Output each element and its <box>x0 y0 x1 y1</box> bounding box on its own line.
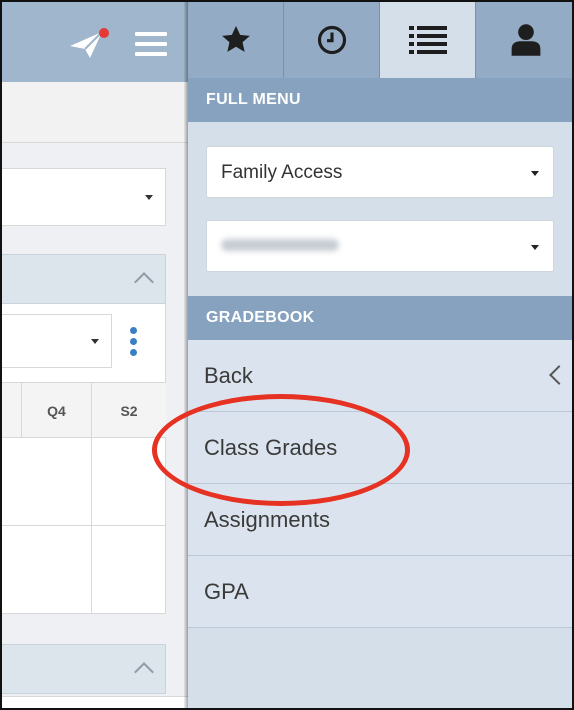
app-frame: Q4 S2 FULL MENU Family Access GRADEBOOK … <box>0 0 574 710</box>
caret-down-icon <box>91 339 99 344</box>
chevron-up-icon[interactable] <box>134 662 154 682</box>
page-header-strip <box>2 82 188 143</box>
top-bar <box>2 2 188 82</box>
student-select[interactable] <box>206 220 554 272</box>
hamburger-menu-icon[interactable] <box>135 32 167 56</box>
clock-icon <box>317 25 346 55</box>
tab-account[interactable] <box>476 2 572 78</box>
tab-recent[interactable] <box>284 2 380 78</box>
list-icon <box>408 26 447 54</box>
chevron-left-icon <box>549 365 569 385</box>
highlight-annotation <box>152 394 410 506</box>
menu-tabs <box>188 2 572 78</box>
tab-favorites[interactable] <box>188 2 284 78</box>
table-row <box>2 438 166 526</box>
app-select[interactable]: Family Access <box>206 146 554 198</box>
notification-dot <box>99 28 109 38</box>
menu-item-label: GPA <box>204 579 249 604</box>
dropdown-select[interactable] <box>2 168 166 226</box>
column-s2: S2 <box>120 403 138 419</box>
content-card <box>2 696 188 708</box>
caret-down-icon <box>145 195 153 200</box>
grades-table-header: Q4 S2 <box>2 382 166 438</box>
full-menu-heading: FULL MENU <box>188 78 572 122</box>
redacted-student-name <box>221 239 339 251</box>
chevron-up-icon[interactable] <box>134 272 154 292</box>
table-cell <box>2 438 92 525</box>
menu-item-gpa[interactable]: GPA <box>188 556 572 628</box>
section-header[interactable] <box>2 644 166 694</box>
user-icon <box>511 24 541 56</box>
dropdown-select[interactable] <box>2 314 112 368</box>
table-row <box>2 526 166 614</box>
main-content-panel: Q4 S2 <box>2 2 188 708</box>
column-q4: Q4 <box>22 383 92 437</box>
gradebook-heading: GRADEBOOK <box>188 296 572 340</box>
section-header[interactable] <box>2 254 166 304</box>
caret-down-icon <box>531 171 539 176</box>
full-menu-drawer: FULL MENU Family Access GRADEBOOK Back C… <box>188 2 572 708</box>
table-cell <box>92 526 166 613</box>
table-cell <box>2 526 92 613</box>
table-cell <box>2 383 22 437</box>
star-icon <box>221 26 250 52</box>
app-select-value: Family Access <box>221 162 343 183</box>
more-options-icon[interactable] <box>130 327 138 357</box>
tab-full-menu[interactable] <box>380 2 476 78</box>
caret-down-icon <box>531 245 539 250</box>
